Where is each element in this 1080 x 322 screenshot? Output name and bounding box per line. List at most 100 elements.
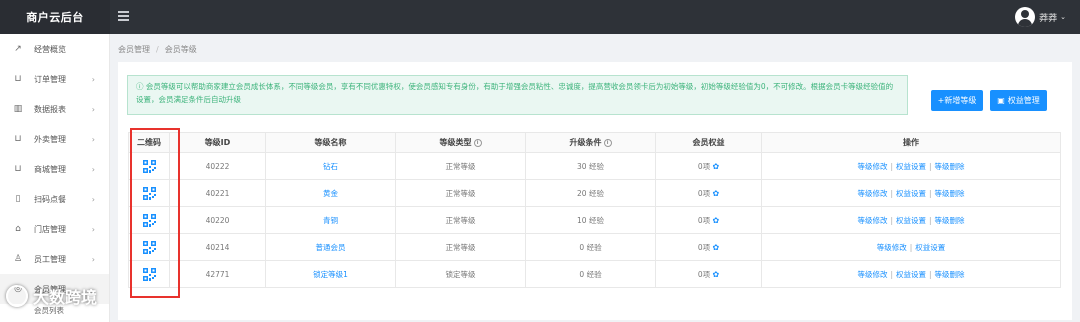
column-header-label: 等级名称 [314,138,347,147]
cart-icon: ⊔ [14,74,22,84]
member-rights: 0项 ✿ [655,206,762,234]
op-divider: | [890,161,893,171]
rights-management-button[interactable]: ▣ 权益管理 [990,90,1047,111]
qr-code-icon[interactable] [142,159,156,173]
takeout-icon: ⊔ [14,134,22,144]
gift-icon[interactable]: ✿ [712,162,719,171]
level-name[interactable]: 普通会员 [265,233,396,261]
gift-icon[interactable]: ✿ [712,270,719,279]
watermark: 大数跨境 [6,284,97,308]
gift-icon[interactable]: ✿ [712,189,719,198]
qr-cell [128,152,170,180]
rights-count: 0项 [697,215,711,225]
gift-icon[interactable]: ✿ [712,216,719,225]
breadcrumb-current: 会员等级 [164,45,197,54]
gift-icon: ▣ [997,96,1005,105]
member-rights: 0项 ✿ [655,260,762,288]
op-divider: | [890,188,893,198]
sidebar-item-label: 门店管理 [34,224,66,234]
column-header-label: 升级条件 [569,138,602,147]
qr-code-icon[interactable] [142,186,156,200]
staff-icon: ♙ [13,254,23,264]
table-row: 42771 锁定等级1 锁定等级 0 经验 0项 ✿ 等级修改 | 权益设置 | 等级删除 [128,260,1061,288]
chart-icon: ▥ [13,104,23,114]
column-header-label: 等级ID [204,138,231,147]
column-header-label: 操作 [903,138,919,147]
table-row: 40220 青铜 正常等级 10 经验 0项 ✿ 等级修改 | 权益设置 | 等级删除 [128,206,1061,234]
table-row: 40221 黄金 正常等级 20 经验 0项 ✿ 等级修改 | 权益设置 | 等级删除 [128,179,1061,207]
column-header-6: 操作 [761,132,1061,153]
user-menu[interactable]: 莽莽 ⌄ [1015,7,1066,27]
op-link[interactable]: 等级修改 [857,189,887,198]
column-header-1: 等级ID [169,132,266,153]
level-name[interactable]: 青铜 [265,206,396,234]
sidebar-item-label: 员工管理 [34,254,66,264]
op-link[interactable]: 权益设置 [896,216,926,225]
table-row: 40214 普通会员 正常等级 0 经验 0项 ✿ 等级修改 | 权益设置 [128,233,1061,261]
rights-count: 0项 [697,188,711,198]
chevron-right-icon: › [91,134,95,144]
qr-cell [128,233,170,261]
sidebar-item-label: 扫码点餐 [34,194,66,204]
chevron-right-icon: › [91,104,95,114]
info-icon[interactable]: i [603,138,612,147]
sidebar-item-1[interactable]: ⊔ 订单管理 › [0,64,109,94]
watermark-text: 大数跨境 [33,288,98,307]
level-name[interactable]: 黄金 [265,179,396,207]
sidebar-item-6[interactable]: ⌂ 门店管理 › [0,214,109,244]
breadcrumb: 会员管理 / 会员等级 [118,44,197,55]
gift-icon[interactable]: ✿ [712,243,719,252]
op-link[interactable]: 等级修改 [857,216,887,225]
info-notice: ⓘ 会员等级可以帮助商家建立会员成长体系，不同等级会员，享有不同优惠特权，使会员… [127,75,908,115]
sidebar-item-4[interactable]: ⊔ 商城管理 › [0,154,109,184]
sidebar-item-2[interactable]: ▥ 数据报表 › [0,94,109,124]
op-link[interactable]: 等级删除 [935,270,965,279]
sidebar-item-label: 经营概览 [34,44,66,54]
content-card: ⓘ 会员等级可以帮助商家建立会员成长体系，不同等级会员，享有不同优惠特权，使会员… [118,62,1072,320]
sidebar-item-5[interactable]: ▯ 扫码点餐 › [0,184,109,214]
level-table: 二维码 等级ID 等级名称 等级类型 i 升级条件 i 会员权益 操作 40222 钻石 正常等级 3… [128,132,1061,288]
column-header-3: 等级类型 i [395,132,526,153]
add-level-button[interactable]: +新增等级 [931,90,983,111]
op-link[interactable]: 等级删除 [935,162,965,171]
qr-code-icon[interactable] [142,267,156,281]
op-link[interactable]: 等级修改 [857,270,887,279]
op-link[interactable]: 等级修改 [877,243,907,252]
info-icon[interactable]: i [473,138,482,147]
level-name[interactable]: 锁定等级1 [265,260,396,288]
member-rights: 0项 ✿ [655,152,762,180]
chevron-right-icon: › [91,74,95,84]
member-rights: 0项 ✿ [655,179,762,207]
menu-toggle-icon[interactable] [118,11,129,21]
qr-code-icon[interactable] [142,240,156,254]
sidebar-item-0[interactable]: ↗ 经营概览 [0,34,109,64]
op-divider: | [929,188,932,198]
upgrade-condition: 30 经验 [525,152,656,180]
operations: 等级修改 | 权益设置 | 等级删除 [761,152,1061,180]
qr-code-icon[interactable] [142,213,156,227]
breadcrumb-root[interactable]: 会员管理 [118,45,150,54]
op-link[interactable]: 权益设置 [896,270,926,279]
op-link[interactable]: 权益设置 [915,243,945,252]
op-link[interactable]: 等级删除 [935,216,965,225]
op-link[interactable]: 等级删除 [935,189,965,198]
trend-icon: ↗ [14,44,22,54]
chevron-down-icon: ⌄ [1060,13,1066,21]
level-name[interactable]: 钻石 [265,152,396,180]
app-title: 商户云后台 [0,0,110,34]
op-divider: | [909,242,913,252]
upgrade-condition: 0 经验 [525,260,656,288]
level-type: 正常等级 [395,152,526,180]
op-link[interactable]: 权益设置 [896,162,926,171]
sidebar-item-label: 数据报表 [34,104,66,114]
rights-count: 0项 [697,161,711,171]
sidebar-item-7[interactable]: ♙ 员工管理 › [0,244,109,274]
operations: 等级修改 | 权益设置 | 等级删除 [761,206,1061,234]
column-header-5: 会员权益 [655,132,762,153]
chevron-right-icon: › [91,224,95,234]
op-divider: | [929,215,932,225]
op-link[interactable]: 等级修改 [857,162,887,171]
op-link[interactable]: 权益设置 [896,189,926,198]
sidebar-item-3[interactable]: ⊔ 外卖管理 › [0,124,109,154]
operations: 等级修改 | 权益设置 [761,233,1061,261]
